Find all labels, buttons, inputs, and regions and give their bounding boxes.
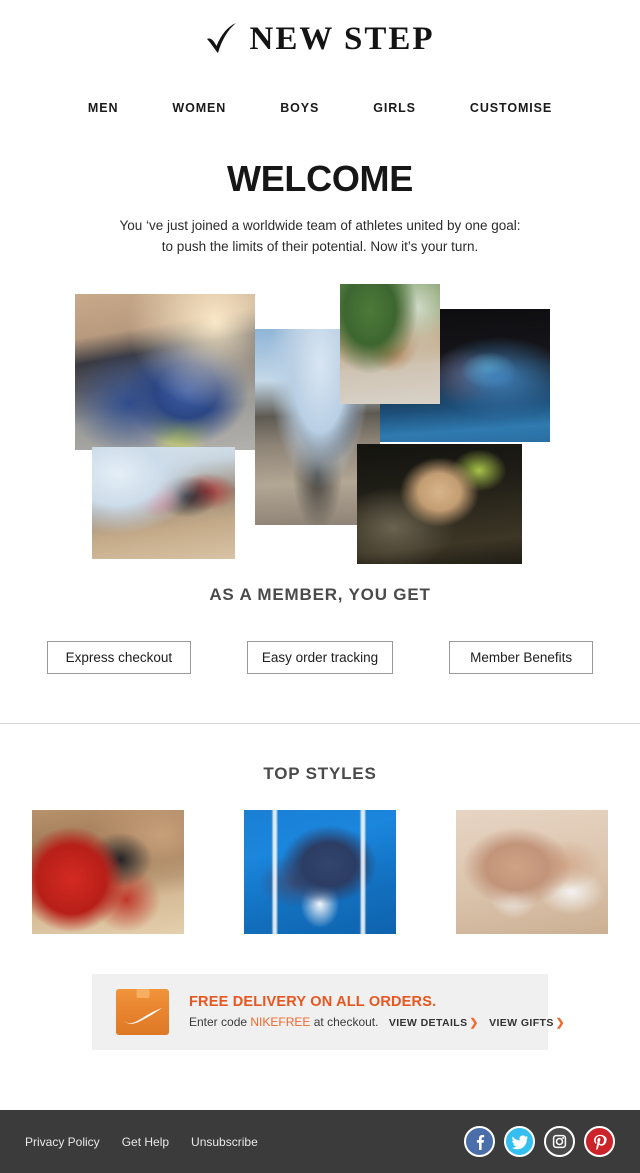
collage-photo-laces [75, 293, 255, 450]
view-details-label: VIEW DETAILS [388, 1017, 468, 1030]
member-benefit-buttons: Express checkout Easy order tracking Mem… [0, 640, 640, 674]
promo-sub-after: at checkout. [313, 1015, 379, 1030]
collage-photo-battle-ropes [357, 443, 522, 564]
instagram-icon[interactable] [544, 1126, 575, 1157]
collage-photo-crouching [340, 283, 440, 404]
nav-item-women[interactable]: WOMEN [145, 101, 253, 115]
member-benefits-button[interactable]: Member Benefits [449, 640, 594, 674]
free-delivery-banner: FREE DELIVERY ON ALL ORDERS. Enter code … [92, 973, 565, 1050]
collage-photo-step-class [92, 446, 235, 559]
swoosh-icon [124, 1007, 162, 1024]
top-styles-products [0, 809, 640, 934]
promo-headline: FREE DELIVERY ON ALL ORDERS. [189, 994, 437, 1011]
product-card-blue-sneakers[interactable] [244, 809, 396, 934]
box-flap [136, 988, 149, 998]
view-gifts-link[interactable]: VIEW GIFTS ❯ [489, 1017, 565, 1029]
promo-subline: Enter code NIKEFREE at checkout. VIEW DE… [189, 1015, 565, 1029]
view-details-link[interactable]: VIEW DETAILS ❯ [389, 1017, 479, 1029]
section-divider [0, 722, 640, 724]
footer-links: Privacy Policy Get Help Unsubscribe [25, 1135, 258, 1149]
nav-item-customise[interactable]: CUSTOMISE [443, 101, 579, 115]
page-title: WELCOME [227, 158, 413, 199]
product-card-bowling-shoes[interactable] [32, 809, 184, 934]
site-header: NEW STEP [0, 0, 640, 70]
site-footer: Privacy Policy Get Help Unsubscribe [0, 1110, 640, 1173]
express-checkout-button[interactable]: Express checkout [46, 640, 191, 674]
delivery-box-icon [116, 988, 169, 1035]
nav-item-men[interactable]: MEN [61, 101, 145, 115]
chevron-right-icon: ❯ [469, 1017, 479, 1030]
unsubscribe-link[interactable]: Unsubscribe [191, 1135, 258, 1149]
promo-text-block: FREE DELIVERY ON ALL ORDERS. Enter code … [189, 994, 565, 1029]
member-section-title: AS A MEMBER, YOU GET [209, 584, 431, 604]
main-navigation: MEN WOMEN BOYS GIRLS CUSTOMISE [0, 88, 640, 128]
hero-subtitle: You ‘ve just joined a worldwide team of … [0, 216, 640, 258]
nav-item-boys[interactable]: BOYS [253, 101, 346, 115]
pinterest-icon[interactable] [584, 1126, 615, 1157]
social-links [464, 1126, 615, 1157]
promo-code: NIKEFREE [250, 1015, 311, 1030]
twitter-icon[interactable] [504, 1126, 535, 1157]
chevron-right-icon: ❯ [555, 1017, 565, 1030]
product-card-tan-sneakers[interactable] [456, 809, 608, 934]
checkmark-icon [207, 23, 237, 53]
promo-sub-before: Enter code [189, 1015, 248, 1030]
top-styles-title: TOP STYLES [263, 763, 377, 783]
brand-name: NEW STEP [249, 20, 435, 57]
photo-collage [0, 274, 640, 579]
facebook-icon[interactable] [464, 1126, 495, 1157]
hero-subtitle-line-1: You ‘ve just joined a worldwide team of … [119, 218, 521, 233]
view-gifts-label: VIEW GIFTS [489, 1017, 554, 1030]
brand-logo[interactable]: NEW STEP [205, 22, 434, 56]
easy-order-tracking-button[interactable]: Easy order tracking [246, 640, 394, 674]
get-help-link[interactable]: Get Help [122, 1135, 169, 1149]
nav-item-girls[interactable]: GIRLS [346, 101, 443, 115]
hero-subtitle-line-2: to push the limits of their potential. N… [161, 238, 479, 254]
privacy-policy-link[interactable]: Privacy Policy [25, 1135, 100, 1149]
